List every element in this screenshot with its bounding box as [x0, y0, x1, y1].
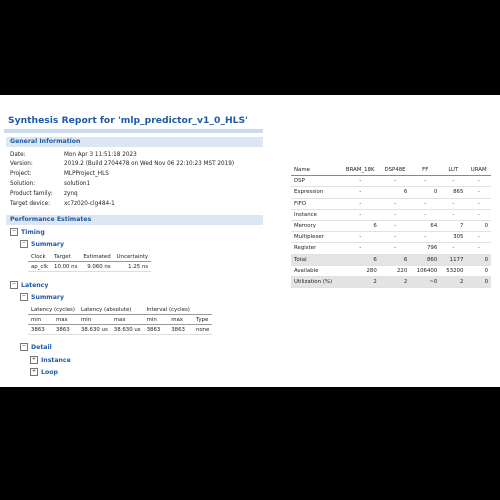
column-group-header: Latency (cycles) [28, 305, 78, 315]
utilization-table: Name BRAM_18K DSP48E FF LUT URAM DSP - -… [291, 165, 491, 289]
latency-node[interactable]: − Latency [10, 281, 48, 290]
utilization-table-panel: Name BRAM_18K DSP48E FF LUT URAM DSP - -… [291, 165, 491, 289]
column-header: BRAM_18K [340, 165, 380, 177]
table-row: Instance - - - - - [291, 209, 491, 221]
column-header: min [143, 314, 169, 325]
table-row: Register - - 796 - - [291, 242, 491, 255]
column-header: max [52, 314, 78, 325]
table-row: FIFO - - - - - [291, 198, 491, 210]
latency-summary-node[interactable]: − Summary [20, 293, 64, 302]
instance-node[interactable]: + Instance [30, 356, 71, 365]
column-header: Clock [28, 252, 52, 262]
column-group-header [192, 305, 213, 315]
table-row: Expression - 6 0 865 - [291, 186, 491, 199]
table-row: ap_clk 10.00 ns 9.060 ns 1.25 ns [28, 261, 152, 272]
collapse-icon[interactable]: − [20, 343, 28, 351]
table-header-row: Name BRAM_18K DSP48E FF LUT URAM [291, 165, 491, 177]
expand-icon[interactable]: + [30, 368, 38, 376]
latency-summary-table: Latency (cycles) Latency (absolute) Inte… [28, 305, 213, 335]
latency-detail-node[interactable]: − Detail [20, 343, 52, 352]
column-header: URAM [466, 165, 491, 177]
column-header: Uncertainty [113, 252, 152, 262]
column-header: Type [192, 314, 213, 325]
total-row: Total 6 6 860 1177 0 [291, 254, 491, 266]
table-row: DSP - - - - - [291, 175, 491, 188]
column-header: max [168, 314, 193, 325]
collapse-icon[interactable]: − [20, 293, 28, 301]
loop-node[interactable]: + Loop [30, 368, 58, 377]
column-header: Target [51, 252, 81, 262]
synthesis-report-panel: Synthesis Report for 'mlp_predictor_v1_0… [4, 113, 263, 383]
performance-estimates-header[interactable]: Performance Estimates [6, 215, 263, 225]
column-header: max [110, 314, 144, 325]
timing-node[interactable]: − Timing [10, 228, 45, 237]
table-row: Multiplexer - - - 305 - [291, 231, 491, 244]
table-row: 3863 3863 38.630 us 38.630 us 3863 3863 … [28, 324, 213, 335]
column-header: FF [410, 165, 441, 177]
column-header: Estimated [80, 252, 114, 262]
collapse-icon[interactable]: − [10, 281, 18, 289]
column-header: Name [291, 165, 341, 177]
general-information-header[interactable]: General Information [6, 137, 263, 147]
timing-summary-node[interactable]: − Summary [20, 240, 64, 249]
expand-icon[interactable]: + [30, 356, 38, 364]
available-row: Available 280 220 106400 53200 0 [291, 265, 491, 277]
timing-summary-table: Clock Target Estimated Uncertainty ap_cl… [28, 252, 152, 272]
collapse-icon[interactable]: − [10, 228, 18, 236]
collapse-icon[interactable]: − [20, 240, 28, 248]
screenshot-canvas: Synthesis Report for 'mlp_predictor_v1_0… [0, 95, 500, 387]
column-header: min [77, 314, 111, 325]
column-header: LUT [440, 165, 467, 177]
column-header: DSP48E [379, 165, 411, 177]
report-title: Synthesis Report for 'mlp_predictor_v1_0… [8, 115, 248, 126]
column-header: min [28, 314, 53, 325]
column-group-header: Interval (cycles) [143, 305, 193, 315]
column-group-header: Latency (absolute) [77, 305, 144, 315]
title-divider [4, 129, 263, 133]
table-row: Memory 6 - 64 7 0 [291, 220, 491, 233]
utilization-percent-row: Utilization (%) 2 2 ~0 2 0 [291, 276, 491, 289]
